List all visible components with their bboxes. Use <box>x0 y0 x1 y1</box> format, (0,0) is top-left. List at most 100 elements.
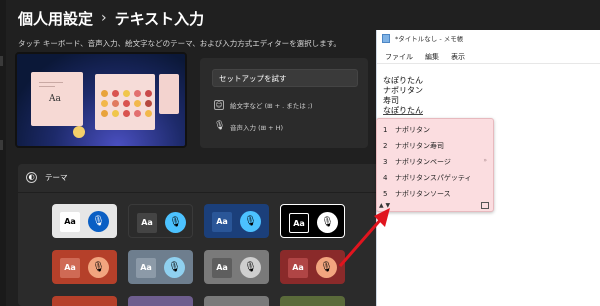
candidate-number: 1 <box>383 126 388 134</box>
notepad-title: *タイトルなし - メモ帳 <box>395 35 464 43</box>
emoji-shortcut-label: 絵文字など (⊞ + . または ;) <box>230 102 313 110</box>
aa-swatch: Aa <box>60 212 80 232</box>
theme-label: テーマ <box>45 173 68 182</box>
notepad-text-area[interactable]: なぽりたん ナポリタン 寿司 なぽりたん <box>383 76 423 116</box>
chevron-right-icon: › <box>101 10 107 26</box>
aa-swatch: Aa <box>212 212 232 232</box>
aa-swatch: Aa <box>136 258 156 278</box>
microphone-icon: 🎙 <box>165 212 186 233</box>
candidate-number: 4 <box>383 174 388 182</box>
breadcrumb: 個人用設定 › テキスト入力 <box>18 6 204 30</box>
text-line <box>39 82 63 83</box>
theme-tile-slate[interactable]: Aa 🎙 <box>128 250 193 284</box>
nav-marker <box>0 140 3 150</box>
voice-shortcut-label: 音声入力 (⊞ + H) <box>230 124 284 132</box>
emoji-dot <box>101 100 108 107</box>
page-nav-arrows[interactable]: ▲ ▼ <box>379 202 390 209</box>
theme-tile-partial[interactable] <box>128 296 193 306</box>
theme-tile-partial[interactable] <box>204 296 269 306</box>
menu-edit[interactable]: 編集 <box>425 50 439 63</box>
emoji-dot <box>123 90 130 97</box>
menu-view[interactable]: 表示 <box>451 50 465 63</box>
emoji-dot <box>134 90 141 97</box>
page-title: テキスト入力 <box>114 9 205 28</box>
emoji-dot <box>112 110 119 117</box>
theme-header[interactable]: ◐ テーマ <box>26 172 68 183</box>
mic-preview-icon <box>73 126 85 138</box>
microphone-icon: 🎙 <box>88 211 109 232</box>
theme-tile-light[interactable]: Aa 🎙 <box>52 204 117 238</box>
aa-swatch: Aa <box>288 258 308 278</box>
emoji-dot <box>145 100 152 107</box>
text-line <box>39 86 55 87</box>
composing-text-line: なぽりたん <box>383 106 423 115</box>
theme-tile-dark[interactable]: Aa 🎙 <box>128 204 193 238</box>
emoji-dot <box>134 110 141 117</box>
breadcrumb-parent[interactable]: 個人用設定 <box>18 8 93 29</box>
microphone-icon: 🎙 <box>240 211 261 232</box>
emoji-preview-panel <box>95 74 155 130</box>
emoji-dot <box>112 90 119 97</box>
try-setup-input[interactable]: セットアップを試す <box>212 69 358 87</box>
nav-marker <box>0 56 3 66</box>
expand-candidates-icon[interactable]: » <box>483 157 487 164</box>
notepad-titlebar[interactable]: *タイトルなし - メモ帳 <box>377 30 600 46</box>
microphone-icon: 🎙 <box>164 257 185 278</box>
palette-icon: ◐ <box>26 172 37 183</box>
ime-candidate[interactable]: 1 ナポリタン <box>383 125 430 135</box>
candidate-text: ナポリタンスパゲッティ <box>395 174 472 182</box>
menu-file[interactable]: ファイル <box>385 50 413 63</box>
voice-shortcut-row: 🎙 音声入力 (⊞ + H) <box>214 121 284 133</box>
table-view-icon[interactable] <box>481 202 489 209</box>
theme-tile-crimson[interactable]: Aa 🎙 <box>280 250 345 284</box>
notepad-menu-bar: ファイル 編集 表示 <box>377 50 600 64</box>
emoji-dot <box>145 110 152 117</box>
emoji-dot <box>134 100 141 107</box>
theme-tile-high-contrast[interactable]: Aa 🎙 <box>280 204 345 238</box>
emoji-shortcut-row: ☺ 絵文字など (⊞ + . または ;) <box>214 100 313 110</box>
keyboard-preview-panel: Aa <box>31 72 83 126</box>
theme-section: ◐ テーマ Aa 🎙 Aa 🎙 Aa 🎙 Aa 🎙 Aa 🎙 Aa 🎙 Aa 🎙… <box>18 164 388 306</box>
emoji-dot <box>101 110 108 117</box>
microphone-icon: 🎙 <box>317 212 338 233</box>
text-line: なぽりたん <box>383 76 423 85</box>
microphone-icon: 🎙 <box>316 257 337 278</box>
candidate-number: 5 <box>383 190 388 198</box>
text-line: 寿司 <box>383 96 399 105</box>
ime-candidate[interactable]: 5 ナポリタンソース <box>383 189 451 199</box>
divider <box>18 192 388 193</box>
emoji-dot <box>123 100 130 107</box>
microphone-icon: 🎙 <box>88 257 109 278</box>
emoji-icon: ☺ <box>214 100 224 110</box>
candidate-text: ナポリタン寿司 <box>395 142 444 150</box>
emoji-dot <box>123 110 130 117</box>
candidate-text: ナポリタンページ <box>395 158 451 166</box>
microphone-icon: 🎙 <box>214 121 226 131</box>
candidate-text: ナポリタンソース <box>395 190 451 198</box>
candidate-number: 3 <box>383 158 388 166</box>
aa-preview-label: Aa <box>49 94 61 104</box>
ime-candidate[interactable]: 4 ナポリタンスパゲッティ <box>383 173 471 183</box>
page-description: タッチ キーボード、音声入力、絵文字などのテーマ、および入力方式エディターを選択… <box>18 39 341 48</box>
theme-preview-image: Aa <box>15 52 187 148</box>
side-preview-panel <box>159 74 179 114</box>
ime-candidate[interactable]: 3 ナポリタンページ <box>383 157 451 167</box>
theme-tile-blue[interactable]: Aa 🎙 <box>204 204 269 238</box>
ime-candidate[interactable]: 2 ナポリタン寿司 <box>383 141 444 151</box>
candidate-number: 2 <box>383 142 388 150</box>
nav-rail <box>0 0 6 306</box>
notepad-icon <box>382 34 390 43</box>
candidate-text: ナポリタン <box>395 126 430 134</box>
aa-swatch: Aa <box>289 213 309 233</box>
try-it-panel: セットアップを試す ☺ 絵文字など (⊞ + . または ;) 🎙 音声入力 (… <box>200 58 368 148</box>
theme-tile-gray[interactable]: Aa 🎙 <box>204 250 269 284</box>
theme-tile-partial[interactable] <box>280 296 345 306</box>
emoji-dot <box>145 90 152 97</box>
aa-swatch: Aa <box>212 258 232 278</box>
ime-candidate-window: 1 ナポリタン 2 ナポリタン寿司 3 ナポリタンページ 4 ナポリタンスパゲッティ 5… <box>376 118 494 212</box>
theme-tile-partial[interactable] <box>52 296 117 306</box>
theme-tile-red[interactable]: Aa 🎙 <box>52 250 117 284</box>
aa-swatch: Aa <box>137 213 157 233</box>
emoji-dot <box>112 100 119 107</box>
microphone-icon: 🎙 <box>240 257 261 278</box>
